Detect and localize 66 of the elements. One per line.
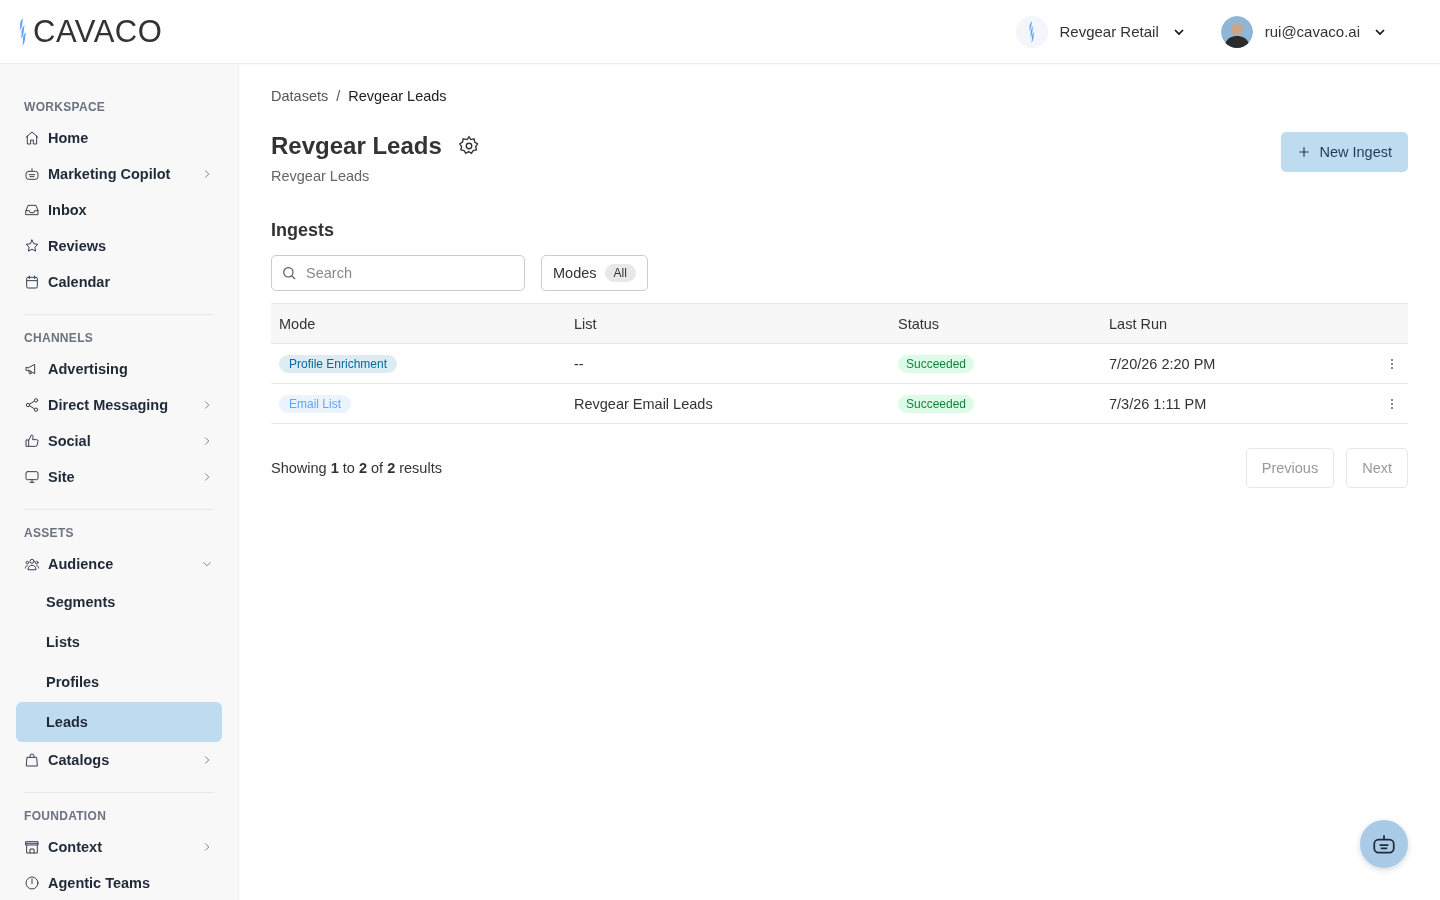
search-icon bbox=[281, 265, 297, 281]
logo-text: CAVACO bbox=[33, 13, 163, 50]
thumbs-up-icon bbox=[24, 433, 40, 449]
user-menu[interactable]: rui@cavaco.ai bbox=[1220, 15, 1388, 48]
settings-icon[interactable] bbox=[457, 135, 480, 157]
sidebar-subitem[interactable]: Lists bbox=[16, 622, 222, 662]
info-icon bbox=[24, 875, 40, 891]
sidebar-subitem[interactable]: Profiles bbox=[16, 662, 222, 702]
modes-filter[interactable]: Modes All bbox=[541, 255, 648, 291]
table-cell: 7/3/26 1:11 PM bbox=[1109, 395, 1207, 412]
calendar-icon bbox=[24, 274, 40, 290]
breadcrumb-link[interactable]: Revgear Leads bbox=[348, 88, 447, 104]
shopping-bag-icon bbox=[24, 752, 40, 768]
page-title: Revgear Leads bbox=[271, 132, 442, 160]
breadcrumb-separator: / bbox=[336, 88, 341, 104]
users-icon bbox=[24, 556, 40, 572]
page-subtitle: Revgear Leads bbox=[271, 168, 371, 184]
sidebar-item[interactable]: Marketing Copilot bbox=[16, 156, 222, 192]
home-icon bbox=[24, 130, 40, 146]
inbox-icon bbox=[24, 202, 40, 218]
robot-icon bbox=[24, 166, 40, 182]
section-title: Ingests bbox=[271, 220, 336, 241]
sidebar-subitem[interactable]: Segments bbox=[16, 582, 222, 622]
column-header: List bbox=[566, 303, 890, 344]
mode-tag: Email List bbox=[279, 394, 351, 413]
column-header: Status bbox=[890, 303, 1101, 344]
sidebar-item[interactable]: Reviews bbox=[16, 228, 222, 264]
sidebar-item[interactable]: Calendar bbox=[16, 264, 222, 300]
sidebar-item[interactable]: Audience bbox=[16, 546, 222, 582]
section-heading: CHANNELS bbox=[23, 331, 95, 345]
plus-icon bbox=[1297, 145, 1312, 159]
column-header: Mode bbox=[271, 303, 566, 344]
monitor-icon bbox=[24, 469, 40, 485]
section-heading: FOUNDATION bbox=[23, 809, 108, 823]
star-icon bbox=[24, 238, 40, 254]
sidebar-item[interactable]: Direct Messaging bbox=[16, 387, 222, 423]
section-heading: WORKSPACE bbox=[23, 100, 107, 114]
sidebar-item[interactable]: Social bbox=[16, 423, 222, 459]
results-summary: Showing 1 to 2 of 2 results bbox=[271, 460, 442, 476]
share-icon bbox=[24, 397, 40, 413]
sidebar-item[interactable]: Context bbox=[16, 829, 222, 865]
assistant-button[interactable] bbox=[1360, 820, 1408, 868]
new-ingest-button[interactable]: New Ingest bbox=[1281, 132, 1408, 172]
column-header: Last Run bbox=[1101, 303, 1362, 344]
logo-icon bbox=[1028, 20, 1035, 43]
sidebar-item[interactable]: Home bbox=[16, 120, 222, 156]
status-tag: Succeeded bbox=[898, 354, 975, 373]
storefront-icon bbox=[24, 839, 40, 855]
sidebar-item[interactable]: Inbox bbox=[16, 192, 222, 228]
search-field[interactable]: Search bbox=[271, 255, 525, 291]
sidebar-subitem[interactable]: Leads bbox=[16, 702, 222, 742]
workspace-menu[interactable]: Revgear Retail bbox=[1015, 15, 1187, 48]
section-heading: ASSETS bbox=[23, 526, 75, 540]
sidebar-item[interactable]: Agentic Teams bbox=[16, 865, 222, 900]
filter-value: All bbox=[604, 264, 636, 282]
table-cell: -- bbox=[574, 355, 584, 372]
table-cell: Revgear Email Leads bbox=[574, 395, 713, 412]
table-cell: 7/20/26 2:20 PM bbox=[1109, 355, 1216, 372]
status-tag: Succeeded bbox=[898, 394, 975, 413]
mode-tag: Profile Enrichment bbox=[279, 354, 398, 373]
sidebar-item[interactable]: Catalogs bbox=[16, 742, 222, 778]
breadcrumb-link[interactable]: Datasets bbox=[271, 88, 329, 104]
sidebar-item[interactable]: Advertising bbox=[16, 351, 222, 387]
sidebar-item[interactable]: Site bbox=[16, 459, 222, 495]
logo-icon bbox=[18, 17, 27, 46]
avatar bbox=[1220, 15, 1253, 48]
